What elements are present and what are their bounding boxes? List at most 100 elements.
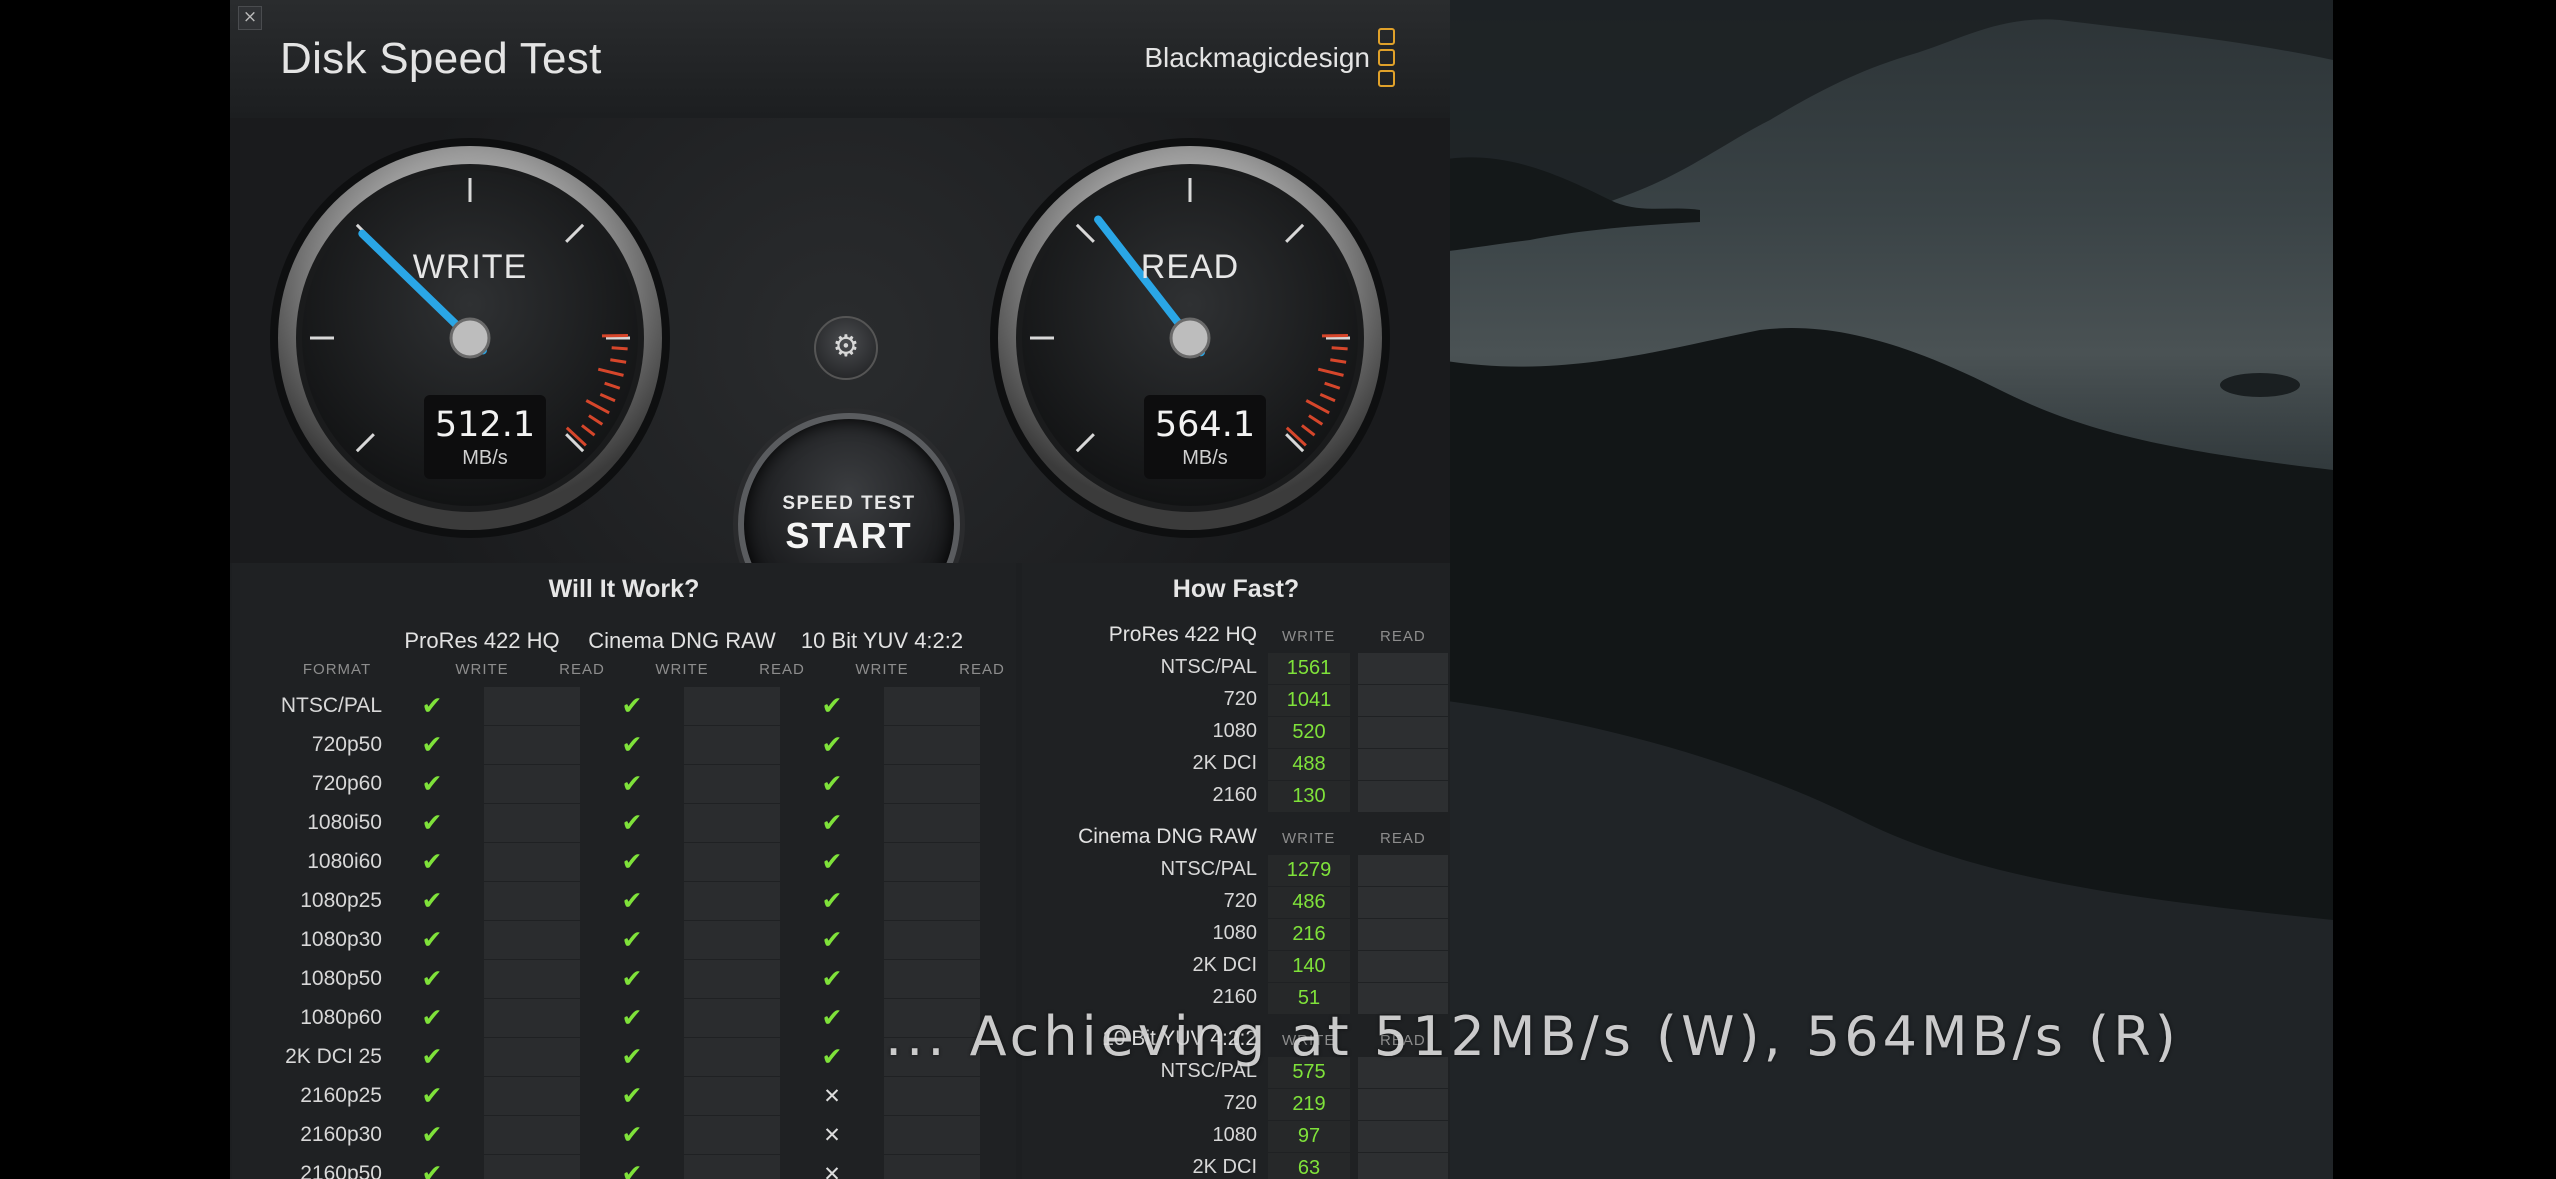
gauge-hub bbox=[449, 317, 491, 359]
format-label: 1080p30 bbox=[300, 928, 382, 951]
check-icon: ✔ bbox=[621, 847, 643, 876]
table-row: 2160p25 ✔ ✔ ✕ bbox=[232, 1077, 1016, 1116]
read-fps-cell bbox=[1358, 653, 1448, 684]
check-icon: ✔ bbox=[621, 691, 643, 720]
read-cell bbox=[684, 960, 780, 998]
write-cell: ✔ bbox=[784, 1038, 880, 1076]
read-cell bbox=[484, 726, 580, 764]
read-cell bbox=[684, 804, 780, 842]
read-fps-cell bbox=[1358, 685, 1448, 716]
write-cell: ✕ bbox=[784, 1077, 880, 1115]
read-cell bbox=[684, 843, 780, 881]
read-cell bbox=[484, 843, 580, 881]
write-fps-value: 130 bbox=[1268, 781, 1350, 812]
write-cell: ✔ bbox=[584, 921, 680, 959]
read-cell bbox=[884, 960, 980, 998]
table-row: 1080p25 ✔ ✔ ✔ bbox=[232, 882, 1016, 921]
read-speed-value: 564.1 bbox=[1154, 405, 1256, 445]
gauge-hub bbox=[1169, 317, 1211, 359]
read-cell bbox=[884, 882, 980, 920]
write-cell: ✔ bbox=[384, 1116, 480, 1154]
format-label: 1080i60 bbox=[307, 850, 382, 873]
write-gauge-label: WRITE bbox=[412, 248, 528, 286]
will-it-work-panel: Will It Work? ProRes 422 HQ Cinema DNG R… bbox=[232, 563, 1016, 1179]
table-row: 2160p30 ✔ ✔ ✕ bbox=[232, 1116, 1016, 1155]
format-label: 2160p30 bbox=[300, 1123, 382, 1146]
write-cell: ✔ bbox=[384, 960, 480, 998]
read-cell bbox=[684, 1038, 780, 1076]
table-row: 2160 130 bbox=[1022, 781, 1450, 813]
check-icon: ✔ bbox=[821, 925, 843, 954]
disk-speed-test-window: × Disk Speed Test Blackmagicdesign WRITE… bbox=[230, 0, 1450, 1179]
yuv-read-header: READ bbox=[959, 661, 1005, 678]
check-icon: ✔ bbox=[821, 769, 843, 798]
format-label: 1080p50 bbox=[300, 967, 382, 990]
check-icon: ✔ bbox=[421, 730, 443, 759]
check-icon: ✔ bbox=[421, 1081, 443, 1110]
format-label: 1080p60 bbox=[300, 1006, 382, 1029]
read-cell bbox=[484, 1077, 580, 1115]
resolution-label: 1080 bbox=[1212, 922, 1258, 944]
gauge-area: WRITE 512.1 MB/s ⚙ SPEED TEST START READ… bbox=[230, 118, 1450, 635]
how-fast-read-header: READ bbox=[1380, 628, 1426, 645]
cross-icon: ✕ bbox=[823, 1162, 841, 1179]
write-cell: ✔ bbox=[584, 726, 680, 764]
cross-icon: ✕ bbox=[823, 1123, 841, 1147]
read-fps-cell bbox=[1358, 1089, 1448, 1120]
check-icon: ✔ bbox=[621, 769, 643, 798]
write-fps-value: 1279 bbox=[1268, 855, 1350, 886]
table-row: 720 1041 bbox=[1022, 685, 1450, 717]
write-cell: ✔ bbox=[384, 1038, 480, 1076]
read-cell bbox=[884, 1077, 980, 1115]
write-fps-value: 219 bbox=[1268, 1089, 1350, 1120]
how-fast-group-title: Cinema DNG RAW bbox=[1078, 825, 1257, 848]
read-readout: 564.1 MB/s bbox=[1144, 395, 1266, 479]
table-row: 1080p50 ✔ ✔ ✔ bbox=[232, 960, 1016, 999]
check-icon: ✔ bbox=[421, 847, 443, 876]
resolution-label: 720 bbox=[1223, 688, 1257, 710]
read-cell bbox=[884, 843, 980, 881]
resolution-label: 2K DCI bbox=[1192, 954, 1257, 976]
write-cell: ✔ bbox=[384, 765, 480, 803]
write-cell: ✔ bbox=[784, 804, 880, 842]
write-cell: ✔ bbox=[384, 1155, 480, 1179]
cross-icon: ✕ bbox=[823, 1084, 841, 1108]
check-icon: ✔ bbox=[621, 1120, 643, 1149]
check-icon: ✔ bbox=[421, 769, 443, 798]
check-icon: ✔ bbox=[621, 808, 643, 837]
table-row: 1080 216 bbox=[1022, 919, 1450, 951]
check-icon: ✔ bbox=[821, 730, 843, 759]
read-cell bbox=[684, 921, 780, 959]
check-icon: ✔ bbox=[821, 886, 843, 915]
table-row: NTSC/PAL 1561 bbox=[1022, 653, 1450, 685]
read-cell bbox=[484, 1116, 580, 1154]
how-fast-read-header: READ bbox=[1380, 830, 1426, 847]
write-cell: ✔ bbox=[584, 1155, 680, 1179]
gear-icon[interactable]: ⚙ bbox=[814, 316, 878, 380]
resolution-label: 1080 bbox=[1212, 720, 1258, 742]
close-icon[interactable]: × bbox=[238, 6, 262, 30]
check-icon: ✔ bbox=[421, 1120, 443, 1149]
read-fps-cell bbox=[1358, 855, 1448, 886]
check-icon: ✔ bbox=[421, 1042, 443, 1071]
write-cell: ✔ bbox=[584, 765, 680, 803]
read-cell bbox=[684, 1077, 780, 1115]
write-readout: 512.1 MB/s bbox=[424, 395, 546, 479]
write-cell: ✔ bbox=[584, 687, 680, 725]
write-cell: ✔ bbox=[584, 1038, 680, 1076]
read-cell bbox=[684, 882, 780, 920]
resolution-label: NTSC/PAL bbox=[1160, 656, 1257, 678]
write-fps-value: 486 bbox=[1268, 887, 1350, 918]
read-gauge bbox=[990, 138, 1390, 538]
table-row: NTSC/PAL ✔ ✔ ✔ bbox=[232, 687, 1016, 726]
check-icon: ✔ bbox=[621, 925, 643, 954]
gauge-redline-tick bbox=[1331, 346, 1348, 351]
read-fps-cell bbox=[1358, 951, 1448, 982]
table-row: 720p50 ✔ ✔ ✔ bbox=[232, 726, 1016, 765]
read-cell bbox=[884, 1116, 980, 1154]
check-icon: ✔ bbox=[821, 808, 843, 837]
format-label: NTSC/PAL bbox=[280, 694, 382, 717]
read-cell bbox=[484, 765, 580, 803]
write-cell: ✔ bbox=[784, 999, 880, 1037]
write-cell: ✔ bbox=[384, 1077, 480, 1115]
